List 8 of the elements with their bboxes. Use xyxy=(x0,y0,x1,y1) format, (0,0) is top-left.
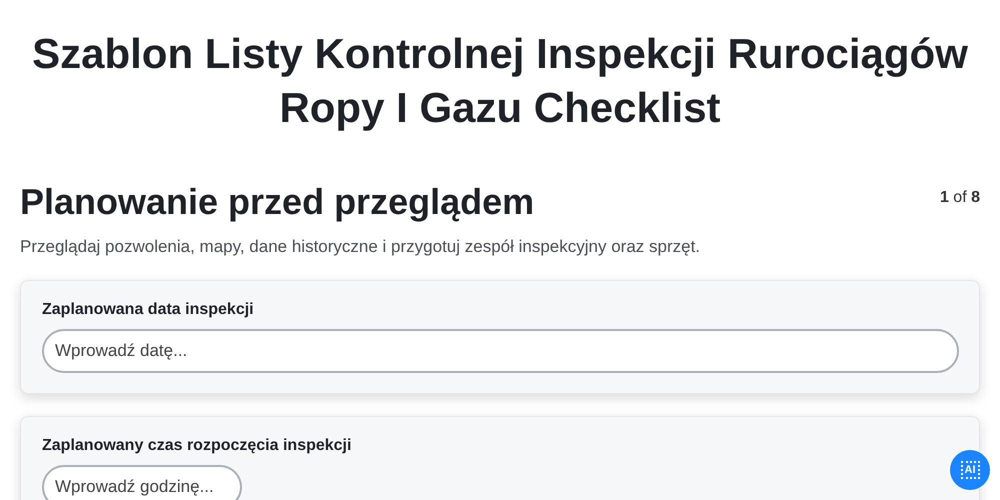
page-title: Szablon Listy Kontrolnej Inspekcji Rurociągów Ropy I Gazu Checklist xyxy=(31,29,969,133)
input-field[interactable]: Wprowadź godzinę... xyxy=(42,465,242,500)
input-field[interactable]: Wprowadź datę... xyxy=(42,329,959,373)
page-counter: 1 of 8 xyxy=(940,189,980,207)
section-description: Przeglądaj pozwolenia, mapy, dane historyczne i przygotuj zespół inspekcyjny oraz sprzęt. xyxy=(20,237,702,257)
field-label: Zaplanowana data inspekcji xyxy=(42,301,255,319)
section-heading: Planowanie przed przeglądem xyxy=(20,180,534,224)
field-label: Zaplanowany czas rozpoczęcia inspekcji xyxy=(42,437,352,455)
